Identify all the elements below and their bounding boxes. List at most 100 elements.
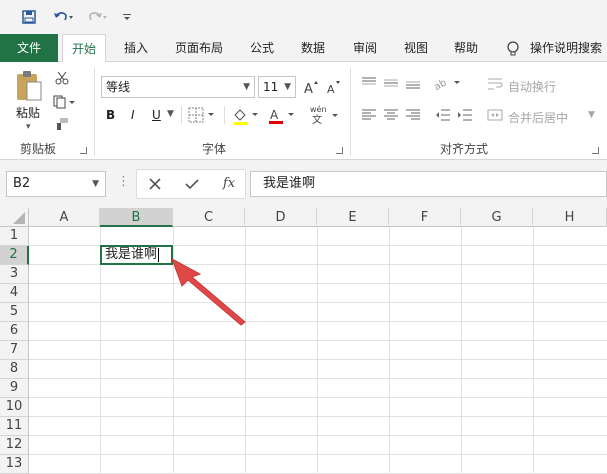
tab-review[interactable]: 审阅 — [344, 34, 386, 62]
italic-button[interactable]: I — [131, 108, 135, 122]
orientation-icon[interactable]: ab — [432, 74, 464, 92]
row-header-8[interactable]: 8 — [0, 360, 29, 379]
row-header-4[interactable]: 4 — [0, 284, 29, 303]
chevron-down-icon: ▼ — [284, 82, 291, 92]
paste-icon[interactable] — [14, 70, 44, 102]
svg-text:A: A — [327, 83, 335, 95]
svg-text:A: A — [270, 108, 279, 122]
svg-text:A: A — [304, 82, 313, 95]
tab-data[interactable]: 数据 — [292, 34, 334, 62]
wrap-text-label[interactable]: 自动换行 — [508, 78, 556, 95]
tab-view[interactable]: 视图 — [396, 34, 436, 62]
phonetic-guide-icon[interactable]: wén 文 — [308, 104, 340, 126]
paste-label[interactable]: 粘贴 — [16, 104, 40, 121]
borders-icon[interactable] — [188, 106, 218, 124]
column-header-D[interactable]: D — [245, 208, 317, 227]
column-header-B[interactable]: B — [100, 208, 173, 227]
alignment-group-label: 对齐方式 — [440, 142, 489, 156]
svg-text:wén: wén — [310, 104, 327, 114]
paste-dropdown-icon[interactable]: ▾ — [26, 122, 31, 132]
font-color-icon[interactable]: A — [268, 106, 298, 126]
decrease-indent-icon[interactable] — [434, 108, 452, 122]
bold-button[interactable]: B — [106, 108, 115, 122]
column-header-A[interactable]: A — [29, 208, 100, 227]
annotation-arrow-icon — [171, 257, 246, 326]
merge-center-icon[interactable] — [486, 108, 504, 122]
tab-file[interactable]: 文件 — [0, 34, 58, 62]
formula-input[interactable]: 我是谁啊 — [250, 171, 607, 197]
divider — [224, 106, 225, 124]
ribbon-tab-bar: 文件 开始 插入 页面布局 公式 数据 审阅 视图 帮助 操作说明搜索 — [0, 34, 607, 63]
format-painter-icon[interactable] — [54, 116, 70, 132]
enter-check-icon[interactable] — [183, 175, 201, 193]
row-header-6[interactable]: 6 — [0, 322, 29, 341]
gridline — [29, 397, 607, 398]
top-align-icon[interactable] — [360, 76, 378, 90]
row-header-5[interactable]: 5 — [0, 303, 29, 322]
row-header-11[interactable]: 11 — [0, 417, 29, 436]
font-name-value: 等线 — [106, 80, 131, 94]
more-options-icon[interactable]: ⋮ — [117, 174, 130, 189]
cut-icon[interactable] — [54, 70, 70, 86]
row-header-12[interactable]: 12 — [0, 436, 29, 455]
row-header-1[interactable]: 1 — [0, 227, 29, 246]
customize-icon[interactable] — [120, 8, 134, 26]
column-header-F[interactable]: F — [389, 208, 461, 227]
tab-page-layout[interactable]: 页面布局 — [166, 34, 232, 62]
tab-insert[interactable]: 插入 — [116, 34, 156, 62]
clipboard-launcher-icon[interactable] — [80, 147, 87, 154]
gridline — [29, 454, 607, 455]
undo-icon[interactable] — [50, 8, 76, 26]
text-caret — [158, 247, 160, 262]
gridline — [29, 302, 607, 303]
wrap-text-icon[interactable] — [486, 76, 504, 92]
lightbulb-icon — [506, 41, 520, 57]
merge-dropdown-icon[interactable]: ▼ — [588, 110, 595, 120]
name-box[interactable]: B2 ▼ — [6, 171, 106, 197]
merge-center-label[interactable]: 合并后居中 — [508, 109, 568, 126]
cancel-icon[interactable] — [146, 175, 164, 193]
bottom-align-icon[interactable] — [404, 76, 422, 90]
gridline — [29, 283, 607, 284]
group-divider — [94, 68, 95, 156]
alignment-launcher-icon[interactable] — [592, 147, 599, 154]
increase-font-size-icon[interactable]: A — [302, 78, 320, 96]
column-header-C[interactable]: C — [173, 208, 245, 227]
redo-icon[interactable] — [84, 8, 110, 26]
row-header-3[interactable]: 3 — [0, 265, 29, 284]
column-header-E[interactable]: E — [317, 208, 389, 227]
tab-formulas[interactable]: 公式 — [242, 34, 282, 62]
font-launcher-icon[interactable] — [336, 147, 343, 154]
font-size-dropdown[interactable]: 11 ▼ — [258, 76, 296, 98]
select-all-button[interactable] — [0, 208, 29, 227]
underline-button[interactable]: U — [152, 108, 161, 122]
gridline — [29, 416, 607, 417]
decrease-font-size-icon[interactable]: A — [324, 78, 342, 96]
tab-home[interactable]: 开始 — [62, 34, 106, 63]
row-header-13[interactable]: 13 — [0, 455, 29, 474]
increase-indent-icon[interactable] — [456, 108, 474, 122]
chevron-down-icon: ▼ — [243, 82, 250, 92]
copy-icon[interactable] — [52, 94, 78, 110]
quick-access-toolbar — [0, 0, 607, 34]
save-icon[interactable] — [20, 8, 38, 26]
row-header-10[interactable]: 10 — [0, 398, 29, 417]
row-header-9[interactable]: 9 — [0, 379, 29, 398]
tab-help[interactable]: 帮助 — [446, 34, 486, 62]
middle-align-icon[interactable] — [382, 76, 400, 90]
underline-dropdown-icon[interactable]: ▼ — [167, 109, 174, 119]
fill-color-icon[interactable] — [232, 106, 262, 126]
font-name-dropdown[interactable]: 等线 ▼ — [101, 76, 255, 98]
cell-B2-value: 我是谁啊 — [105, 247, 158, 262]
insert-function-icon[interactable]: fx — [218, 174, 240, 192]
align-center-icon[interactable] — [382, 108, 400, 122]
row-header-7[interactable]: 7 — [0, 341, 29, 360]
chevron-down-icon[interactable]: ▼ — [92, 172, 99, 196]
column-header-H[interactable]: H — [533, 208, 607, 227]
ribbon-home: 粘贴 ▾ 剪贴板 等线 ▼ 11 ▼ A A B I U ▼ A wén 文 字体 — [0, 62, 607, 160]
align-right-icon[interactable] — [404, 108, 422, 122]
tell-me-search[interactable]: 操作说明搜索 — [530, 34, 607, 62]
row-header-2[interactable]: 2 — [0, 246, 29, 265]
column-header-G[interactable]: G — [461, 208, 533, 227]
align-left-icon[interactable] — [360, 108, 378, 122]
